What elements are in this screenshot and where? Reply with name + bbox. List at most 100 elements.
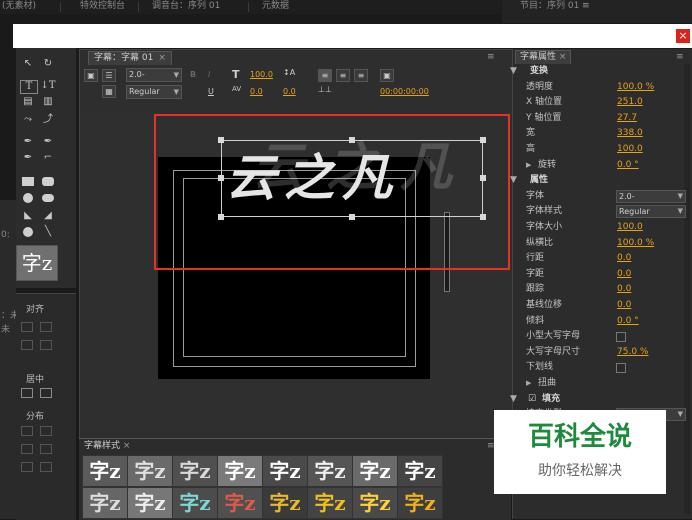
center-vertical-icon[interactable] (40, 388, 52, 398)
style-swatch[interactable]: 字z (172, 455, 218, 487)
style-swatch[interactable]: 字z (262, 487, 308, 519)
distribute-top-icon[interactable] (40, 444, 52, 454)
roll-crawl-options-icon[interactable]: ☰ (102, 69, 116, 82)
italic-icon[interactable]: I (208, 70, 210, 79)
area-type-tool-icon[interactable]: ▤ (20, 96, 36, 108)
panel-menu-icon[interactable]: ≡ (676, 52, 684, 62)
property-value[interactable]: 100.0 % (617, 236, 654, 251)
tab-program[interactable]: 节目：序列 01 (520, 0, 579, 14)
vertical-path-type-tool-icon[interactable]: ⤴ (40, 114, 56, 126)
style-swatch[interactable]: 字z (82, 487, 128, 519)
style-swatch[interactable]: 字z (217, 487, 263, 519)
align-left-text-icon[interactable]: ≡ (318, 69, 332, 82)
collapse-triangle-icon[interactable]: ▼ (510, 173, 517, 188)
underline-icon[interactable]: U (208, 87, 214, 96)
add-anchor-tool-icon[interactable]: ✒ (20, 152, 36, 164)
property-value[interactable]: 251.0 (617, 95, 643, 110)
collapse-triangle-icon[interactable]: ▼ (510, 64, 517, 79)
font-size-value[interactable]: 100.0 (250, 70, 273, 79)
fill-checkbox-icon[interactable]: ☑ (528, 392, 536, 407)
property-checkbox[interactable] (616, 332, 626, 342)
property-value[interactable]: 100.0 (617, 142, 643, 157)
property-value[interactable]: 0.0 (617, 267, 631, 282)
property-section-label[interactable]: 属性 (530, 173, 548, 188)
property-value[interactable]: 0.0 ° (617, 158, 639, 173)
clipped-corner-tool-icon[interactable] (23, 193, 33, 203)
ellipse-tool-icon[interactable] (23, 227, 33, 237)
expand-triangle-icon[interactable]: ▶ (526, 376, 531, 391)
property-value[interactable]: 75.0 % (617, 345, 648, 360)
style-swatch[interactable]: 字z (397, 487, 443, 519)
templates-icon[interactable]: ▦ (102, 85, 116, 98)
style-swatch[interactable]: 字z (262, 455, 308, 487)
delete-anchor-tool-icon[interactable]: ✒ (40, 136, 56, 148)
tab-close-icon[interactable]: × (158, 53, 166, 63)
tab-source[interactable]: (无素材) (2, 0, 36, 14)
property-dropdown[interactable]: Regular ▼ (616, 205, 686, 218)
tab-metadata[interactable]: 元数据 (262, 0, 289, 14)
timecode-value[interactable]: 00:00:00:00 (380, 87, 429, 96)
align-center-icon[interactable] (40, 322, 52, 332)
panel-menu-icon[interactable]: ≡ (582, 1, 590, 11)
property-value[interactable]: 0.0 (617, 298, 631, 313)
font-style-dropdown[interactable]: Regular ▼ (126, 85, 182, 99)
pen-tool-icon[interactable]: ✒ (20, 136, 36, 148)
rotation-tool-icon[interactable]: ↻ (40, 58, 56, 70)
panel-menu-icon[interactable]: ≡ (487, 52, 495, 62)
property-value[interactable]: 0.0 ° (617, 314, 639, 329)
type-tool-icon[interactable]: T (20, 80, 38, 94)
align-bottom-icon[interactable] (40, 340, 52, 350)
rounded-corner-tool-icon[interactable] (42, 194, 54, 202)
arc-tool-icon[interactable]: ◢ (40, 210, 56, 222)
align-center-text-icon[interactable]: ≡ (336, 69, 350, 82)
property-dropdown[interactable]: 2.0- ▼ (616, 190, 686, 203)
distribute-right-icon[interactable] (21, 444, 33, 454)
rectangle-tool-icon[interactable] (22, 177, 34, 186)
style-swatch[interactable]: 字z (307, 487, 353, 519)
rounded-rectangle-tool-icon[interactable] (42, 177, 54, 186)
property-value[interactable]: 100.0 (617, 220, 643, 235)
tab-effect-controls[interactable]: 特效控制台 (80, 0, 125, 14)
line-tool-icon[interactable]: ╲ (40, 226, 56, 238)
style-swatch[interactable]: 字z (127, 455, 173, 487)
style-swatch[interactable]: 字z (352, 487, 398, 519)
center-horizontal-icon[interactable] (21, 388, 33, 398)
style-swatch[interactable]: 字z (397, 455, 443, 487)
title-styles-tab[interactable]: 字幕样式 × (84, 440, 130, 452)
distribute-center-icon[interactable] (40, 426, 52, 436)
property-value[interactable]: 0.0 (617, 282, 631, 297)
close-icon[interactable]: × (676, 29, 690, 43)
font-family-dropdown[interactable]: 2.0- ▼ (126, 68, 182, 82)
property-checkbox[interactable] (616, 363, 626, 373)
tab-title-01[interactable]: 字幕：字幕 01 × (88, 51, 172, 65)
expand-triangle-icon[interactable]: ▶ (526, 158, 531, 173)
distribute-left-icon[interactable] (21, 426, 33, 436)
style-swatch[interactable]: 字z (352, 455, 398, 487)
new-title-icon[interactable]: ▣ (84, 69, 98, 82)
collapse-triangle-icon[interactable]: ▼ (510, 392, 517, 407)
vertical-type-tool-icon[interactable]: ↓T (40, 80, 56, 92)
property-value[interactable]: 27.7 (617, 111, 637, 126)
property-value[interactable]: 0.0 (617, 251, 631, 266)
distribute-bottom-icon[interactable] (40, 462, 52, 472)
align-top-icon[interactable] (21, 340, 33, 350)
distribute-middle-icon[interactable] (21, 462, 33, 472)
show-background-video-icon[interactable]: ▣ (380, 69, 394, 82)
kerning-value[interactable]: 0.0 (250, 87, 263, 96)
convert-anchor-tool-icon[interactable]: ⌐ (40, 152, 56, 164)
property-value[interactable]: 100.0 % (617, 80, 654, 95)
path-type-tool-icon[interactable]: ⤳ (20, 114, 36, 126)
align-right-text-icon[interactable]: ≡ (354, 69, 368, 82)
property-section-label[interactable]: 变换 (530, 64, 548, 79)
leading-value[interactable]: 0.0 (283, 87, 296, 96)
style-swatch[interactable]: 字z (82, 455, 128, 487)
selection-tool-icon[interactable]: ↖ (20, 58, 36, 70)
align-left-icon[interactable] (21, 322, 33, 332)
style-swatch[interactable]: 字z (127, 487, 173, 519)
property-section-label[interactable]: 填充 (542, 392, 560, 407)
property-value[interactable]: 338.0 (617, 126, 643, 141)
wedge-tool-icon[interactable]: ◣ (20, 210, 36, 222)
tab-stops-icon[interactable]: ⊥⊥ (318, 85, 332, 94)
style-swatch[interactable]: 字z (172, 487, 218, 519)
vertical-area-type-tool-icon[interactable]: ▥ (40, 96, 56, 108)
